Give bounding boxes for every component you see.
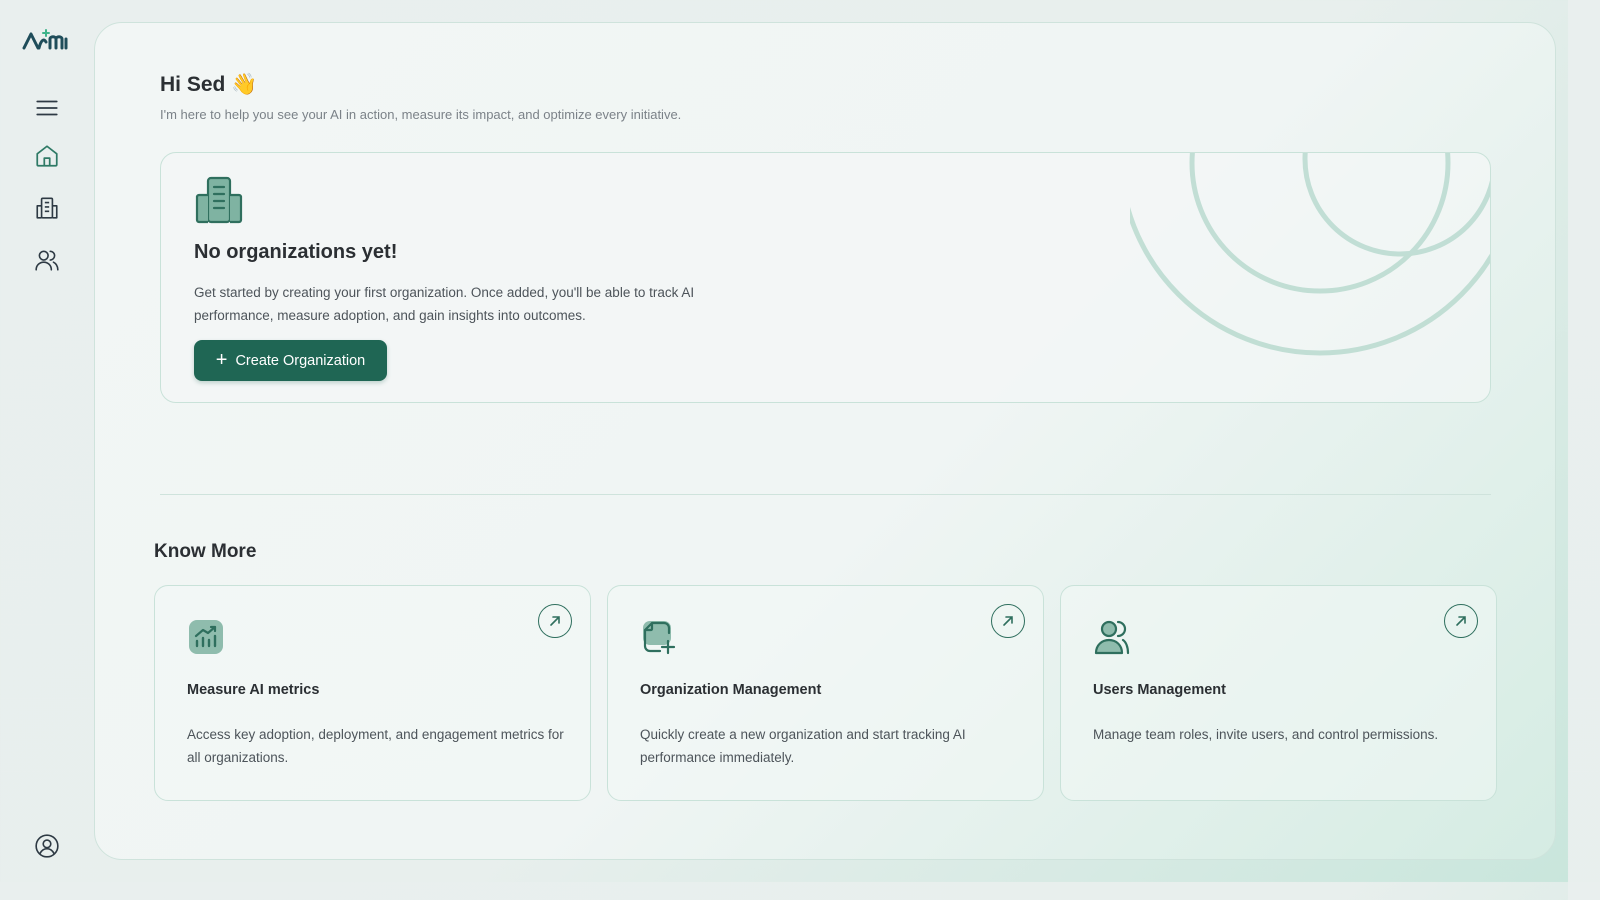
open-organization-button[interactable] xyxy=(991,604,1025,638)
user-circle-icon xyxy=(35,834,59,858)
logo xyxy=(22,29,68,50)
know-more-title: Know More xyxy=(154,541,257,562)
know-more-card-users[interactable]: Users Management Manage team roles, invi… xyxy=(1060,585,1497,801)
empty-state-card: No organizations yet! Get started by cre… xyxy=(160,152,1491,403)
card-title: Organization Management xyxy=(640,682,822,698)
plus-icon: + xyxy=(215,348,228,371)
empty-state-title: No organizations yet! xyxy=(194,241,398,263)
empty-state-description: Get started by creating your first organ… xyxy=(194,285,695,323)
sidebar-item-menu[interactable] xyxy=(32,93,62,123)
create-organization-button[interactable]: + Create Organization xyxy=(194,340,387,381)
know-more-card-metrics[interactable]: Measure AI metrics Access key adoption, … xyxy=(154,585,591,801)
sidebar-item-users[interactable] xyxy=(32,245,62,275)
card-description: Manage team roles, invite users, and con… xyxy=(1093,727,1439,742)
sidebar-item-home[interactable] xyxy=(32,141,62,171)
users-icon xyxy=(35,250,59,271)
card-description: Access key adoption, deployment, and eng… xyxy=(187,727,564,765)
arrow-up-right-icon xyxy=(1456,616,1466,626)
hamburger-icon xyxy=(36,100,58,116)
open-metrics-button[interactable] xyxy=(538,604,572,638)
decorative-rings xyxy=(1130,153,1490,356)
page-title: Hi Sed 👋 xyxy=(160,73,258,97)
home-icon xyxy=(36,145,58,167)
arrow-up-right-icon xyxy=(1003,616,1013,626)
card-title: Users Management xyxy=(1093,682,1226,698)
add-document-icon xyxy=(643,621,676,655)
create-organization-label: Create Organization xyxy=(235,352,366,369)
chart-icon xyxy=(189,620,223,654)
wave-emoji: 👋 xyxy=(231,73,258,96)
arrow-up-right-icon xyxy=(550,616,560,626)
users-icon xyxy=(1094,620,1130,655)
greeting-text: Hi Sed xyxy=(160,73,226,96)
open-users-button[interactable] xyxy=(1444,604,1478,638)
sidebar xyxy=(0,0,94,882)
profile-button[interactable] xyxy=(32,831,62,861)
page-subtitle: I'm here to help you see your AI in acti… xyxy=(160,107,682,122)
divider xyxy=(160,494,1491,495)
sidebar-item-organizations[interactable] xyxy=(32,193,62,223)
card-title: Measure AI metrics xyxy=(187,682,320,698)
building-icon xyxy=(195,176,243,224)
building-icon xyxy=(36,197,58,219)
card-description: Quickly create a new organization and st… xyxy=(640,727,966,765)
main-panel: Hi Sed 👋 I'm here to help you see your AI… xyxy=(94,22,1556,860)
know-more-card-organization[interactable]: Organization Management Quickly create a… xyxy=(607,585,1044,801)
